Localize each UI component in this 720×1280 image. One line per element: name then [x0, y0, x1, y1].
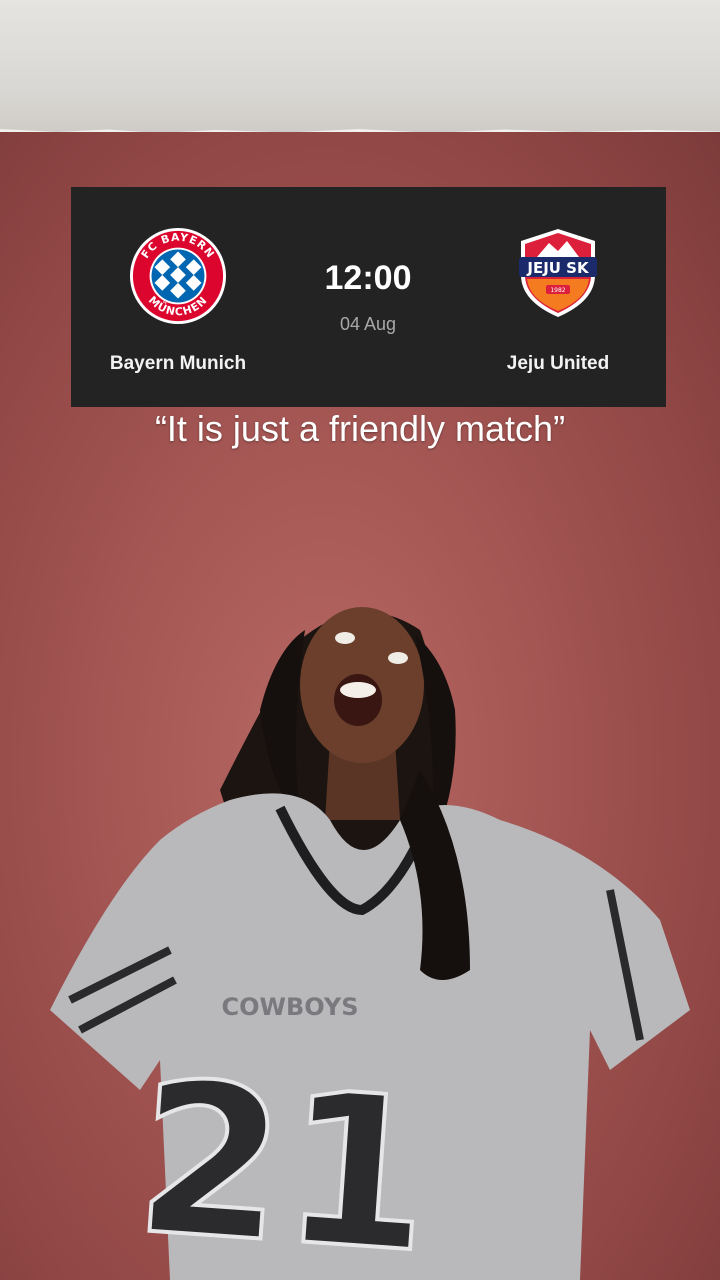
match-date: 04 Aug	[339, 314, 397, 334]
match-scorecard: FC BAYERN MÜNCHEN Bayern Munich 12:00 04…	[71, 187, 666, 407]
ceiling-background	[0, 0, 720, 132]
away-team: JEJU SK 1982 Jeju United	[463, 227, 653, 374]
home-team: FC BAYERN MÜNCHEN Bayern Munich	[83, 227, 273, 374]
video-caption: “It is just a friendly match”	[154, 408, 566, 449]
away-team-name: Jeju United	[506, 353, 610, 374]
person-shouting: COWBOYS 21	[50, 607, 690, 1280]
jersey-team-text: COWBOYS	[222, 993, 359, 1021]
jersey-number: 21	[129, 1035, 438, 1280]
jeju-logo-year: 1982	[550, 287, 565, 294]
home-team-name: Bayern Munich	[109, 353, 247, 374]
bayern-munich-logo: FC BAYERN MÜNCHEN	[129, 227, 227, 325]
jeju-united-logo: JEJU SK 1982	[519, 229, 597, 317]
jeju-logo-text: JEJU SK	[526, 259, 590, 277]
kickoff-time: 12:00	[324, 259, 412, 297]
